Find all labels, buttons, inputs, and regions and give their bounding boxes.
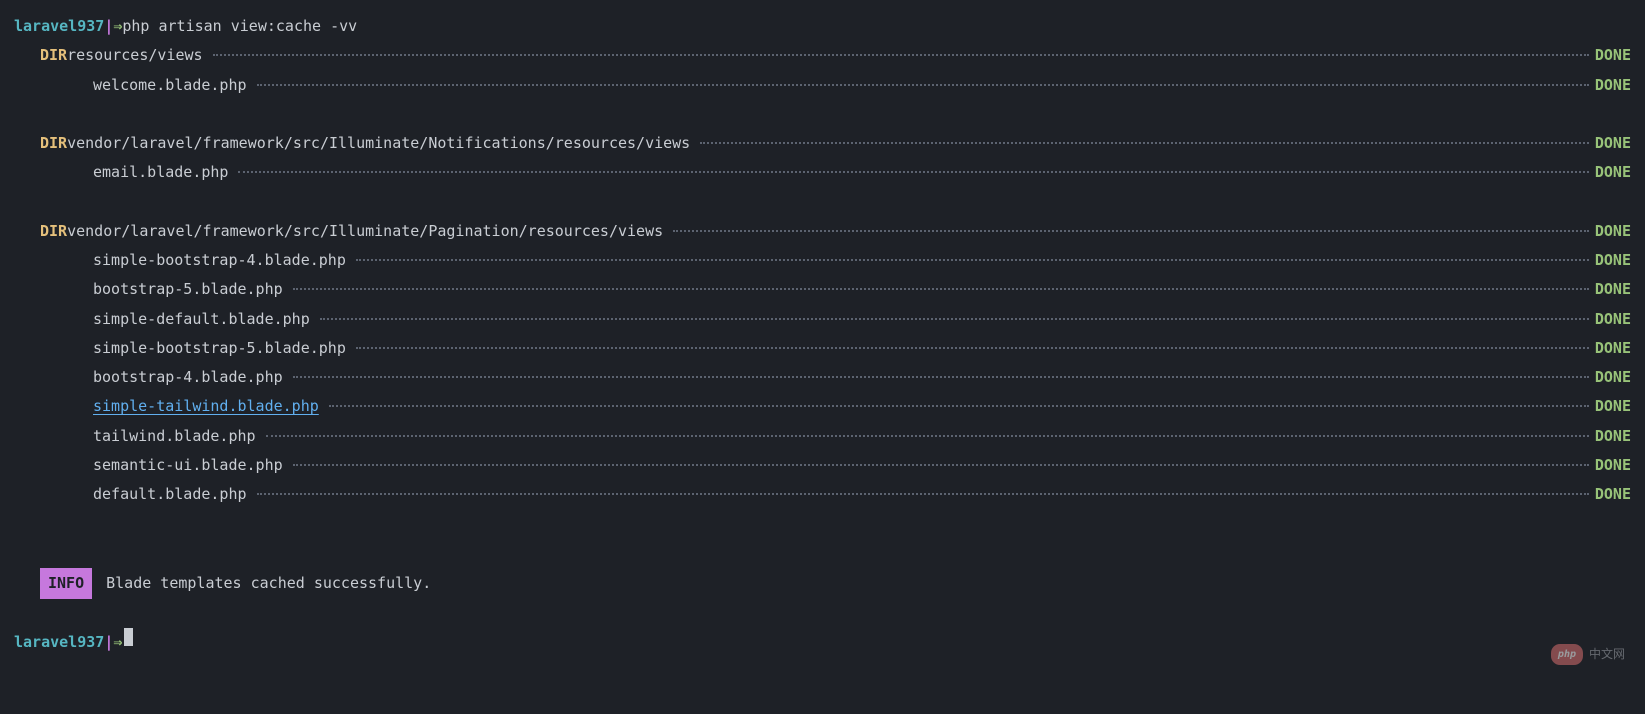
prompt-line-command[interactable]: laravel937|⇒ php artisan view:cache -vv bbox=[14, 12, 1631, 41]
status-done: DONE bbox=[1595, 158, 1631, 187]
file-link[interactable]: simple-tailwind.blade.php bbox=[14, 392, 319, 421]
blank-line bbox=[14, 509, 1631, 538]
dir-row: DIR vendor/laravel/framework/src/Illumin… bbox=[14, 217, 1631, 246]
dots-filler bbox=[320, 318, 1589, 320]
file-name: tailwind.blade.php bbox=[14, 422, 256, 451]
dir-path: resources/views bbox=[67, 41, 202, 70]
file-row: email.blade.php DONE bbox=[14, 158, 1631, 187]
cursor-icon bbox=[124, 628, 133, 646]
status-done: DONE bbox=[1595, 71, 1631, 100]
dots-filler bbox=[293, 376, 1589, 378]
terminal-output: laravel937|⇒ php artisan view:cache -vvD… bbox=[14, 12, 1631, 658]
dir-path: vendor/laravel/framework/src/Illuminate/… bbox=[67, 217, 663, 246]
status-done: DONE bbox=[1595, 451, 1631, 480]
status-done: DONE bbox=[1595, 305, 1631, 334]
status-done: DONE bbox=[1595, 217, 1631, 246]
dots-filler bbox=[329, 405, 1589, 407]
file-name: bootstrap-5.blade.php bbox=[14, 275, 283, 304]
info-badge: INFO bbox=[40, 568, 92, 599]
blank-line bbox=[14, 100, 1631, 129]
file-row: tailwind.blade.php DONE bbox=[14, 422, 1631, 451]
dots-filler bbox=[257, 493, 1589, 495]
dots-filler bbox=[356, 347, 1589, 349]
status-done: DONE bbox=[1595, 422, 1631, 451]
status-done: DONE bbox=[1595, 363, 1631, 392]
file-row: semantic-ui.blade.php DONE bbox=[14, 451, 1631, 480]
file-name: default.blade.php bbox=[14, 480, 247, 509]
dir-path: vendor/laravel/framework/src/Illuminate/… bbox=[67, 129, 690, 158]
dots-filler bbox=[293, 464, 1589, 466]
prompt-arrow-icon: ⇒ bbox=[113, 12, 122, 41]
status-done: DONE bbox=[1595, 392, 1631, 421]
blank-line bbox=[14, 539, 1631, 568]
prompt-separator: | bbox=[104, 12, 113, 41]
prompt-separator: | bbox=[104, 628, 113, 657]
file-row: simple-bootstrap-5.blade.php DONE bbox=[14, 334, 1631, 363]
dots-filler bbox=[700, 142, 1589, 144]
prompt-host: laravel937 bbox=[14, 12, 104, 41]
command-text: php artisan view:cache -vv bbox=[122, 12, 357, 41]
file-name: simple-bootstrap-4.blade.php bbox=[14, 246, 346, 275]
info-line: INFO Blade templates cached successfully. bbox=[14, 568, 1631, 599]
file-row: simple-default.blade.php DONE bbox=[14, 305, 1631, 334]
dots-filler bbox=[673, 230, 1589, 232]
dots-filler bbox=[213, 54, 1589, 56]
file-name: welcome.blade.php bbox=[14, 71, 247, 100]
dots-filler bbox=[266, 435, 1589, 437]
prompt-host: laravel937 bbox=[14, 628, 104, 657]
status-done: DONE bbox=[1595, 275, 1631, 304]
file-name: semantic-ui.blade.php bbox=[14, 451, 283, 480]
dir-row: DIR resources/views DONE bbox=[14, 41, 1631, 70]
status-done: DONE bbox=[1595, 129, 1631, 158]
dots-filler bbox=[356, 259, 1589, 261]
prompt-arrow-icon: ⇒ bbox=[113, 628, 122, 657]
status-done: DONE bbox=[1595, 334, 1631, 363]
blank-line bbox=[14, 599, 1631, 628]
file-row: bootstrap-4.blade.php DONE bbox=[14, 363, 1631, 392]
dir-label: DIR bbox=[14, 217, 67, 246]
status-done: DONE bbox=[1595, 246, 1631, 275]
dots-filler bbox=[293, 288, 1589, 290]
file-name: email.blade.php bbox=[14, 158, 228, 187]
info-message: Blade templates cached successfully. bbox=[106, 569, 431, 598]
dir-label: DIR bbox=[14, 129, 67, 158]
status-done: DONE bbox=[1595, 41, 1631, 70]
file-name: simple-bootstrap-5.blade.php bbox=[14, 334, 346, 363]
file-row: default.blade.php DONE bbox=[14, 480, 1631, 509]
file-name: bootstrap-4.blade.php bbox=[14, 363, 283, 392]
dots-filler bbox=[238, 171, 1588, 173]
file-row: bootstrap-5.blade.php DONE bbox=[14, 275, 1631, 304]
prompt-line-idle[interactable]: laravel937|⇒ bbox=[14, 628, 1631, 657]
dir-label: DIR bbox=[14, 41, 67, 70]
file-row: simple-bootstrap-4.blade.php DONE bbox=[14, 246, 1631, 275]
dir-row: DIR vendor/laravel/framework/src/Illumin… bbox=[14, 129, 1631, 158]
dots-filler bbox=[257, 84, 1589, 86]
file-name: simple-default.blade.php bbox=[14, 305, 310, 334]
status-done: DONE bbox=[1595, 480, 1631, 509]
file-row: simple-tailwind.blade.php DONE bbox=[14, 392, 1631, 421]
file-row: welcome.blade.php DONE bbox=[14, 71, 1631, 100]
blank-line bbox=[14, 188, 1631, 217]
